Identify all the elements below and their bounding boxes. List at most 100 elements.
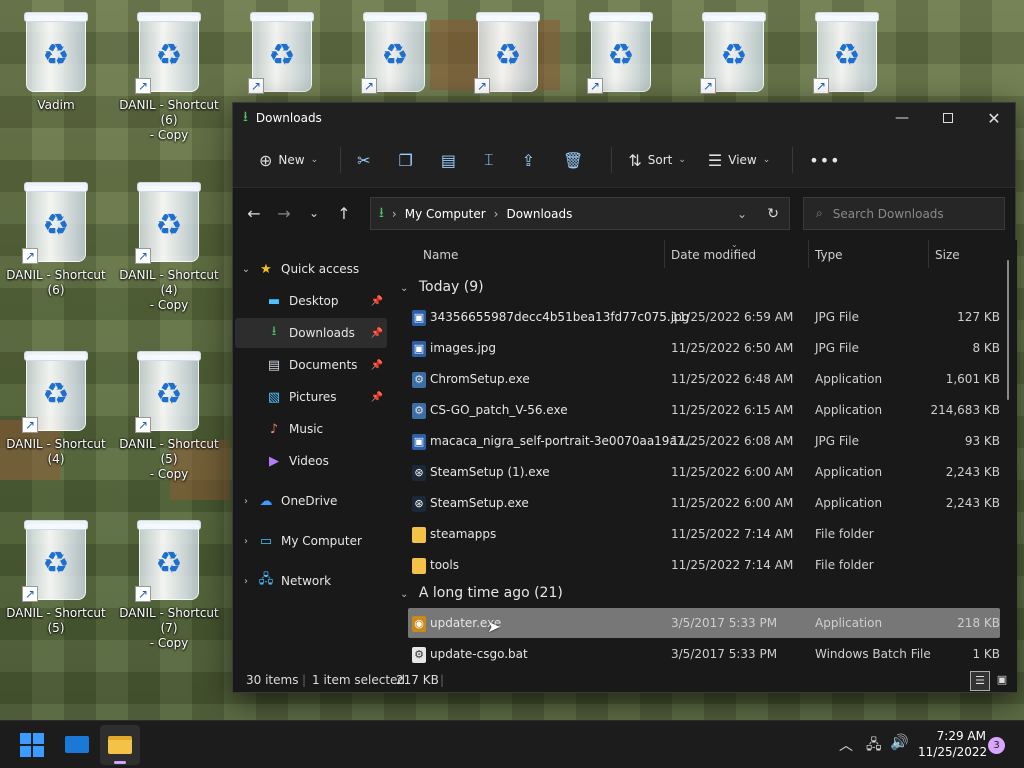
column-divider[interactable]	[808, 240, 809, 268]
file-date: 11/25/2022 6:48 AM	[671, 372, 794, 386]
up-button[interactable]: ↑	[329, 204, 359, 223]
sidebar-quick-access-label: Quick access	[281, 262, 360, 276]
desktop-icon[interactable]: ♻ ↗	[339, 10, 451, 98]
column-divider[interactable]	[928, 240, 929, 268]
group-label: Today (9)	[418, 279, 484, 295]
sidebar-onedrive[interactable]: › ☁ OneDrive	[235, 486, 387, 516]
file-explorer-taskbar-button[interactable]	[100, 725, 140, 765]
file-row[interactable]: ⊛ SteamSetup (1).exe 11/25/2022 6:00 AM App…	[408, 457, 1000, 487]
desktop-icon[interactable]: ♻ ↗ DANIL - Shortcut (4)	[0, 349, 112, 467]
sidebar-item-music[interactable]: ♪ Music	[235, 414, 387, 444]
desktop-icon-label: DANIL - Shortcut (4)	[6, 437, 106, 466]
view-button[interactable]: ☰ View ⌄	[700, 144, 778, 176]
chevron-right-icon: ›	[244, 575, 248, 587]
file-type: Windows Batch File	[815, 647, 931, 661]
file-row[interactable]: tools 11/25/2022 7:14 AM File folder	[408, 550, 1000, 580]
file-row[interactable]: ⚙ CS-GO_patch_V-56.exe 11/25/2022 6:15 AM A…	[408, 395, 1000, 425]
file-type: JPG File	[815, 434, 859, 448]
file-type: JPG File	[815, 341, 859, 355]
sidebar-my-computer[interactable]: › ▭ My Computer	[235, 526, 387, 556]
rename-button[interactable]: ⌶	[476, 144, 508, 176]
tiles-view-button[interactable]: ▣	[992, 671, 1012, 691]
column-divider[interactable]	[664, 240, 665, 268]
file-size: 8 KB	[972, 341, 1000, 355]
search-box[interactable]: ⌕ Search Downloads	[803, 197, 1005, 230]
clock[interactable]: 7:29 AM 11/25/2022	[918, 728, 987, 760]
close-button[interactable]: ✕	[971, 103, 1017, 133]
pin-icon[interactable]: 📌	[371, 360, 383, 371]
pin-icon[interactable]: 📌	[371, 328, 383, 339]
desktop-icon[interactable]: ♻ ↗ DANIL - Shortcut (6)	[0, 180, 112, 298]
network-status-icon[interactable]: 🖧	[866, 734, 882, 758]
pin-icon[interactable]: 📌	[371, 296, 383, 307]
forward-button[interactable]: →	[269, 204, 299, 223]
recycle-bin-icon: ♻ ↗	[135, 518, 203, 602]
sidebar-network[interactable]: › 🖧 Network	[235, 566, 387, 596]
steam-icon: ⊛	[412, 465, 426, 481]
recent-locations-button[interactable]: ⌄	[299, 206, 329, 220]
shortcut-arrow-icon: ↗	[248, 78, 264, 94]
show-hidden-icons-button[interactable]: ︿	[839, 735, 853, 755]
file-row[interactable]: ⊛ SteamSetup.exe 11/25/2022 6:00 AM Applica…	[408, 488, 1000, 518]
file-name: SteamSetup.exe	[430, 496, 529, 510]
breadcrumb-my-computer[interactable]: My Computer	[405, 207, 486, 221]
minimize-button[interactable]: —	[879, 103, 925, 133]
file-row[interactable]: ▣ images.jpg 11/25/2022 6:50 AM JPG File 8 K…	[408, 333, 1000, 363]
desktop-icon[interactable]: ♻ ↗ DANIL - Shortcut (6) - Copy	[113, 10, 225, 143]
sidebar-item-documents[interactable]: ▤ Documents 📌	[235, 350, 387, 380]
desktop-icon[interactable]: ♻ ↗ DANIL - Shortcut (4) - Copy	[113, 180, 225, 313]
sidebar-item-desktop[interactable]: ▬ Desktop 📌	[235, 286, 387, 316]
file-date: 11/25/2022 6:50 AM	[671, 341, 794, 355]
file-row[interactable]: ⚙ ChromSetup.exe 11/25/2022 6:48 AM Applica…	[408, 364, 1000, 394]
sort-button[interactable]: ⇅ Sort ⌄	[620, 144, 694, 176]
desktop-icon[interactable]: ♻ Vadim	[0, 10, 112, 113]
maximize-button[interactable]	[925, 103, 971, 133]
sidebar-item-downloads[interactable]: ⭳ Downloads 📌	[235, 318, 387, 348]
column-name[interactable]: Name	[423, 248, 458, 262]
more-options-button[interactable]: •••	[801, 144, 848, 176]
recycle-bin-icon: ♻ ↗	[22, 518, 90, 602]
desktop-icon[interactable]: ♻ ↗	[565, 10, 677, 98]
group-header-today[interactable]: ⌄ Today (9)	[400, 279, 484, 295]
network-icon: 🖧	[258, 572, 274, 587]
mail-app-button[interactable]	[64, 731, 90, 757]
share-button[interactable]: ⇪	[514, 144, 549, 176]
sidebar-item-pictures[interactable]: ▧ Pictures 📌	[235, 382, 387, 412]
file-row[interactable]: ▣ macaca_nigra_self-portrait-3e0070aa19a7…	[408, 426, 1000, 456]
details-view-button[interactable]: ☰	[970, 671, 990, 691]
cut-button[interactable]: ✂	[349, 144, 384, 176]
delete-button[interactable]: 🗑	[555, 144, 597, 176]
desktop-icon[interactable]: ♻ ↗ DANIL - Shortcut (5)	[0, 518, 112, 636]
column-size[interactable]: Size	[935, 248, 960, 262]
new-button[interactable]: ⊕ New ⌄	[251, 144, 326, 176]
volume-icon[interactable]: 🔊	[890, 733, 909, 751]
refresh-icon[interactable]: ↻	[767, 206, 779, 222]
paste-button[interactable]: ▤	[433, 144, 470, 176]
copy-button[interactable]: ❐	[391, 144, 427, 176]
file-explorer-window: ⭳ Downloads — ✕ ⊕ New ⌄ ✂ ❐ ▤ ⌶ ⇪ 🗑 ⇅ So…	[232, 102, 1017, 693]
column-type[interactable]: Type	[815, 248, 843, 262]
desktop-icon[interactable]: ♻ ↗	[452, 10, 564, 98]
desktop-icon[interactable]: ♻ ↗	[226, 10, 338, 98]
address-bar[interactable]: ⭳ › My Computer › Downloads ⌄ ↻	[370, 197, 790, 230]
sidebar-quick-access[interactable]: ⌄ ★ Quick access	[235, 254, 387, 284]
desktop-icon-label: DANIL - Shortcut (5) - Copy	[119, 437, 219, 481]
vertical-scrollbar[interactable]	[1007, 260, 1009, 400]
pin-icon[interactable]: 📌	[371, 392, 383, 403]
desktop-icon[interactable]: ♻ ↗ DANIL - Shortcut (5) - Copy	[113, 349, 225, 482]
file-row[interactable]: steamapps 11/25/2022 7:14 AM File folder	[408, 519, 1000, 549]
desktop-icon[interactable]: ♻ ↗ DANIL - Shortcut (7) - Copy	[113, 518, 225, 651]
desktop-icon[interactable]: ♻ ↗	[678, 10, 790, 98]
back-button[interactable]: ←	[239, 204, 269, 223]
address-dropdown-icon[interactable]: ⌄	[737, 207, 747, 221]
file-row[interactable]: ⚙ update-csgo.bat 3/5/2017 5:33 PM Windows …	[408, 639, 1000, 669]
sidebar-item-videos[interactable]: ▶ Videos	[235, 446, 387, 476]
file-row[interactable]: ▣ 34356655987decc4b51bea13fd77c075.jpg 11/…	[408, 302, 1000, 332]
start-button[interactable]	[20, 733, 44, 757]
rename-icon: ⌶	[484, 150, 494, 169]
column-date[interactable]: Date modified	[671, 248, 756, 262]
breadcrumb-downloads[interactable]: Downloads	[506, 207, 572, 221]
desktop-icon[interactable]: ♻ ↗	[791, 10, 903, 98]
notification-badge[interactable]: 3	[988, 737, 1005, 754]
group-header-old[interactable]: ⌄ A long time ago (21)	[400, 585, 563, 601]
